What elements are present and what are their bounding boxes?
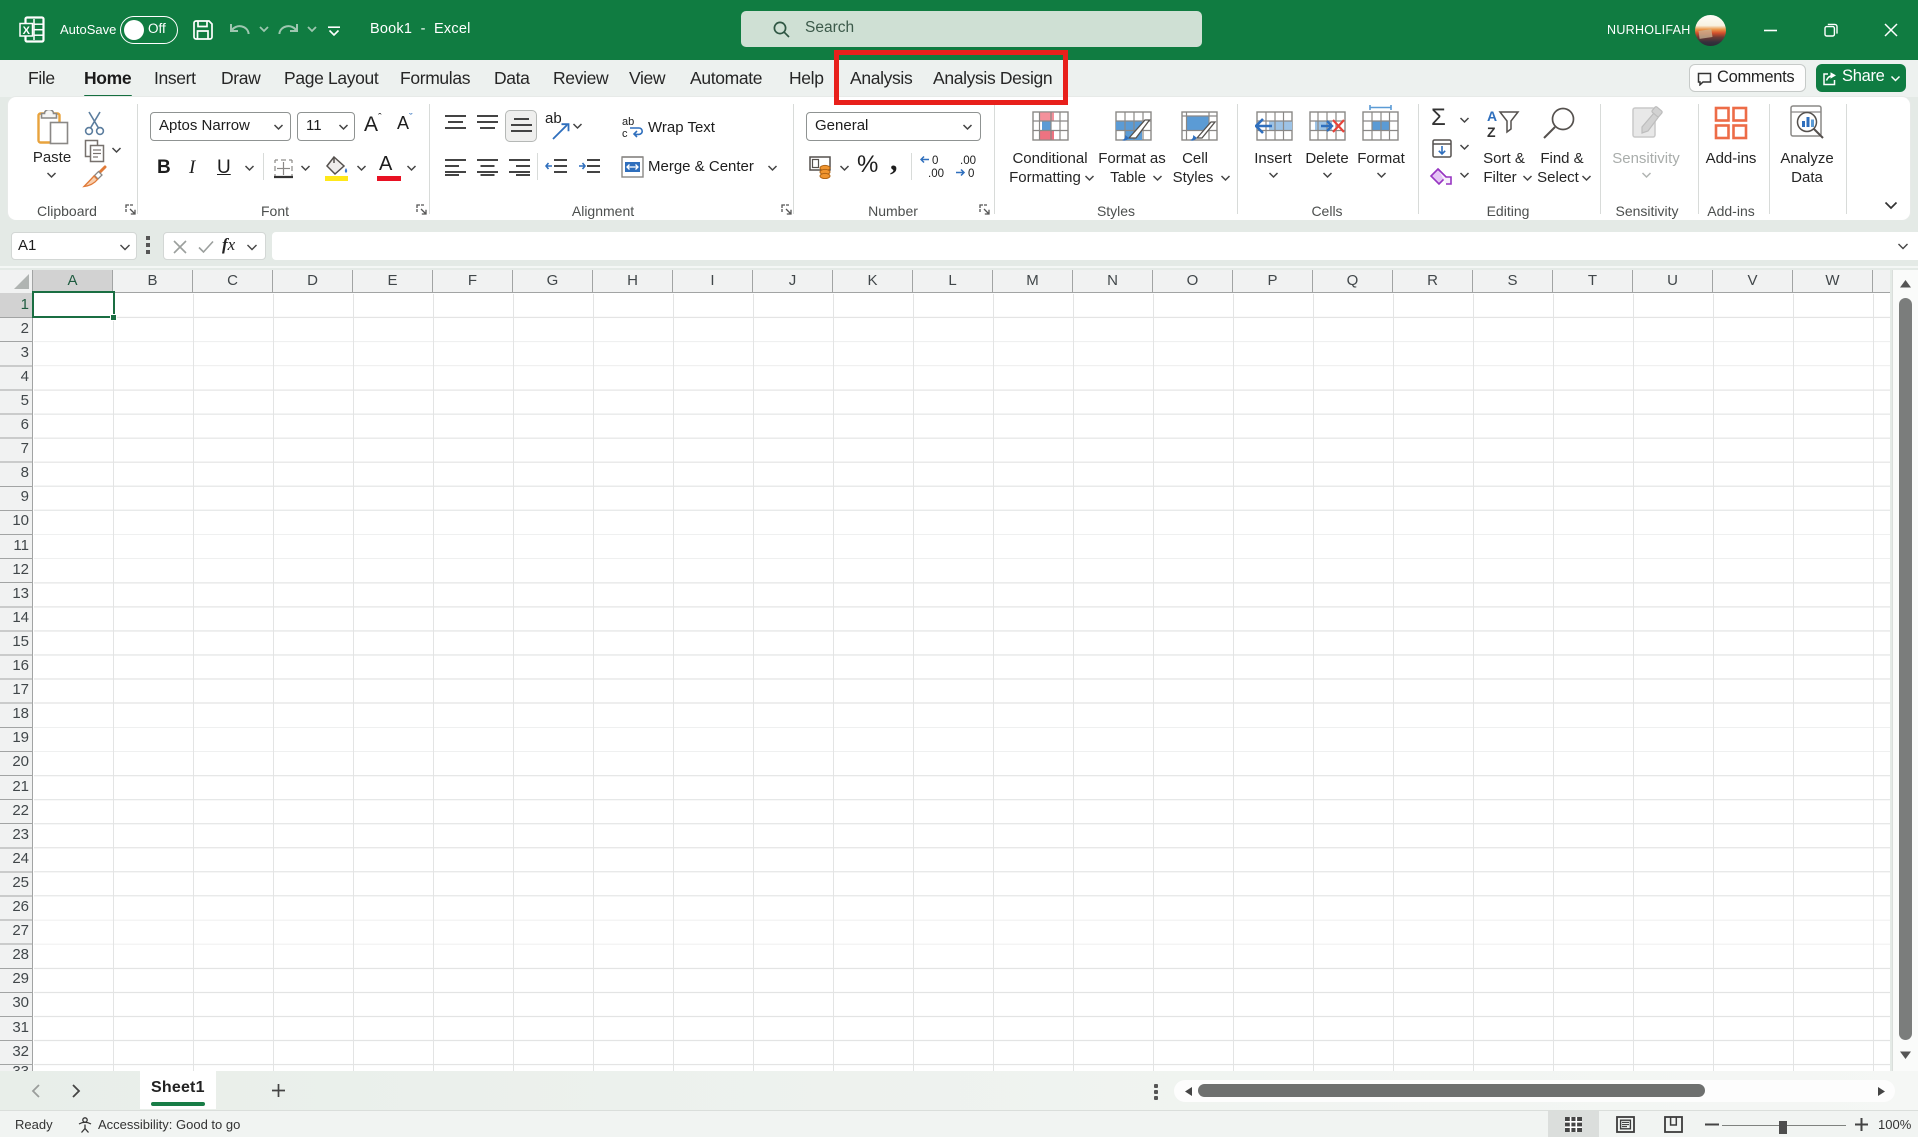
svg-text:0: 0 <box>932 155 938 167</box>
svg-text:.00: .00 <box>928 168 944 179</box>
svg-text:Z: Z <box>1487 124 1496 140</box>
svg-text:ab: ab <box>622 116 634 128</box>
svg-text:A: A <box>1487 108 1497 124</box>
svg-text:.00: .00 <box>960 155 976 167</box>
svg-text:0: 0 <box>968 168 974 179</box>
svg-text:c: c <box>622 128 628 140</box>
